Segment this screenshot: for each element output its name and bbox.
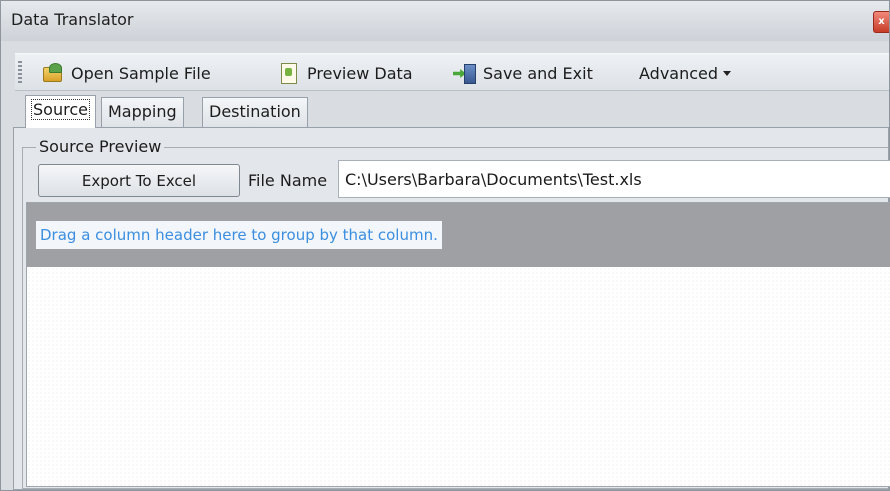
chevron-down-icon <box>723 70 732 76</box>
save-and-exit-button[interactable]: Save and Exit <box>453 59 593 87</box>
save-and-exit-icon <box>453 62 476 84</box>
grid-body[interactable] <box>27 267 890 486</box>
tab-mapping[interactable]: Mapping <box>101 97 184 127</box>
export-to-excel-button[interactable]: Export To Excel <box>38 164 240 197</box>
close-icon: x <box>878 16 885 27</box>
open-sample-file-button[interactable]: Open Sample File <box>41 59 211 87</box>
title-bar[interactable]: Data Translator x <box>1 1 889 41</box>
open-sample-file-label: Open Sample File <box>71 63 211 83</box>
source-data-grid[interactable]: Drag a column header here to group by th… <box>26 202 890 487</box>
group-by-panel[interactable]: Drag a column header here to group by th… <box>27 203 890 267</box>
preview-data-icon <box>277 62 299 84</box>
tab-source-label: Source <box>31 99 90 120</box>
source-preview-legend: Source Preview <box>36 137 165 156</box>
tab-destination[interactable]: Destination <box>202 97 308 127</box>
tab-source[interactable]: Source <box>25 95 96 128</box>
data-translator-window: Data Translator x Open Sample File Previ… <box>0 0 890 491</box>
file-name-field[interactable] <box>338 160 890 198</box>
toolbar: Open Sample File Preview Data Save and E… <box>15 53 889 91</box>
advanced-label: Advanced <box>639 63 719 83</box>
preview-data-button[interactable]: Preview Data <box>277 59 413 87</box>
open-sample-file-icon <box>41 62 63 84</box>
save-and-exit-label: Save and Exit <box>483 63 593 83</box>
file-name-label: File Name <box>248 171 328 190</box>
preview-data-label: Preview Data <box>307 63 413 83</box>
toolbar-grip-handle[interactable] <box>18 61 22 85</box>
window-title: Data Translator <box>11 10 134 29</box>
source-tab-panel: Source Preview Export To Excel File Name… <box>13 127 890 490</box>
close-button[interactable]: x <box>873 11 889 33</box>
tab-mapping-label: Mapping <box>108 102 177 121</box>
tab-destination-label: Destination <box>209 102 301 121</box>
group-by-hint: Drag a column header here to group by th… <box>36 221 442 249</box>
advanced-menu-button[interactable]: Advanced <box>639 59 732 87</box>
